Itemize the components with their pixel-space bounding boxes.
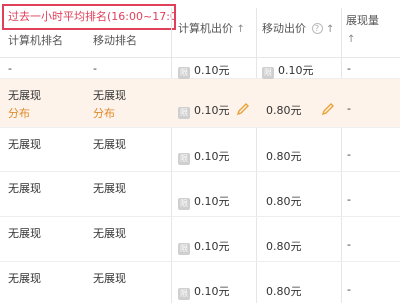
- bid-tag-icon: 限: [178, 288, 190, 300]
- table-header: 过去一小时平均排名(16:00~17:00) 计算机排名 移动排名 计算机出价 …: [0, 0, 400, 58]
- pc-bid[interactable]: 限 0.10元: [178, 62, 230, 79]
- mobile-rank: -: [93, 62, 97, 75]
- table-row[interactable]: 无展现 无展现限 0.10元 0.80元 -: [0, 172, 400, 217]
- pc-bid[interactable]: 限 0.10元: [178, 148, 230, 165]
- header-mobile-rank[interactable]: 移动排名: [93, 32, 137, 48]
- header-pc-rank[interactable]: 计算机排名: [8, 32, 63, 48]
- pc-bid-value: 0.10元: [194, 195, 230, 208]
- impressions: -: [347, 238, 351, 251]
- help-circle-icon[interactable]: ?: [311, 23, 323, 34]
- pc-bid-value: 0.10元: [194, 240, 230, 253]
- mobile-bid[interactable]: 0.80元: [266, 102, 302, 118]
- rank-period-hint: 过去一小时平均排名(16:00~17:00): [2, 4, 176, 30]
- mobile-rank: 无展现: [93, 138, 126, 151]
- bid-tag-icon: 限: [178, 153, 190, 165]
- mobile-bid[interactable]: 0.80元: [266, 238, 302, 254]
- impressions: -: [347, 283, 351, 296]
- mobile-rank-distribution-link[interactable]: 分布: [93, 105, 115, 121]
- pc-rank: -: [8, 62, 12, 75]
- bid-tag-icon: 限: [178, 243, 190, 255]
- bid-tag-icon: 限: [178, 198, 190, 210]
- mobile-bid[interactable]: 限 0.10元: [262, 62, 314, 79]
- pc-bid-value: 0.10元: [194, 64, 230, 77]
- header-mobile-bid-label: 移动出价: [262, 22, 306, 35]
- mobile-bid[interactable]: 0.80元: [266, 148, 302, 164]
- header-pc-rank-label: 计算机排名: [8, 34, 63, 47]
- pc-bid[interactable]: 限 0.10元: [178, 193, 230, 210]
- header-mobile-bid[interactable]: 移动出价 ? ↑: [262, 20, 334, 36]
- header-pc-bid[interactable]: 计算机出价 ↑: [178, 20, 245, 36]
- mobile-rank: 无展现: [93, 182, 126, 195]
- mobile-bid[interactable]: 0.80元: [266, 283, 302, 299]
- mobile-bid-value: 0.80元: [266, 285, 302, 298]
- table-row[interactable]: 无展现分布 无展现分布 限 0.10元 0.80元 -: [0, 79, 400, 128]
- sort-arrow-icon[interactable]: ↑: [347, 34, 355, 45]
- impressions: -: [347, 148, 351, 161]
- header-impressions-label: 展现量: [346, 14, 379, 27]
- impressions: -: [347, 102, 351, 115]
- pc-bid[interactable]: 限 0.10元: [178, 102, 230, 119]
- header-pc-bid-label: 计算机出价: [178, 22, 233, 35]
- table-row[interactable]: 无展现 无展现限 0.10元 0.80元 -: [0, 128, 400, 172]
- mobile-rank: 无展现: [93, 89, 126, 102]
- header-impressions[interactable]: 展现量: [346, 12, 379, 28]
- bid-tag-icon: 限: [178, 67, 190, 79]
- impressions: -: [347, 193, 351, 206]
- header-impressions-sort[interactable]: ↑: [347, 32, 355, 45]
- mobile-bid[interactable]: 0.80元: [266, 193, 302, 209]
- pc-rank: 无展现: [8, 138, 41, 151]
- mobile-bid-value: 0.10元: [278, 64, 314, 77]
- pc-rank: 无展现: [8, 182, 41, 195]
- table-row[interactable]: - - 限 0.10元限 0.10元 -: [0, 58, 400, 79]
- sort-arrow-icon[interactable]: ↑: [237, 24, 245, 35]
- pc-bid[interactable]: 限 0.10元: [178, 238, 230, 255]
- pc-rank: 无展现: [8, 89, 41, 102]
- pc-bid-value: 0.10元: [194, 150, 230, 163]
- table-row[interactable]: 无展现 无展现限 0.10元 0.80元 -: [0, 262, 400, 303]
- pc-bid-value: 0.10元: [194, 285, 230, 298]
- impressions: -: [347, 62, 351, 75]
- mobile-rank: 无展现: [93, 227, 126, 240]
- pc-bid[interactable]: 限 0.10元: [178, 283, 230, 300]
- pc-rank: 无展现: [8, 227, 41, 240]
- mobile-bid-value: 0.80元: [266, 240, 302, 253]
- bid-tag-icon: 限: [262, 67, 274, 79]
- bid-tag-icon: 限: [178, 107, 190, 119]
- header-mobile-rank-label: 移动排名: [93, 34, 137, 47]
- table-row[interactable]: 无展现 无展现限 0.10元 0.80元 -: [0, 217, 400, 262]
- mobile-rank: 无展现: [93, 272, 126, 285]
- mobile-bid-value: 0.80元: [266, 104, 302, 117]
- pc-rank: 无展现: [8, 272, 41, 285]
- pencil-icon[interactable]: [321, 102, 335, 116]
- sort-arrow-icon[interactable]: ↑: [326, 24, 334, 35]
- mobile-bid-value: 0.80元: [266, 195, 302, 208]
- mobile-bid-value: 0.80元: [266, 150, 302, 163]
- pc-rank-distribution-link[interactable]: 分布: [8, 105, 30, 121]
- pencil-icon[interactable]: [236, 102, 250, 116]
- pc-bid-value: 0.10元: [194, 104, 230, 117]
